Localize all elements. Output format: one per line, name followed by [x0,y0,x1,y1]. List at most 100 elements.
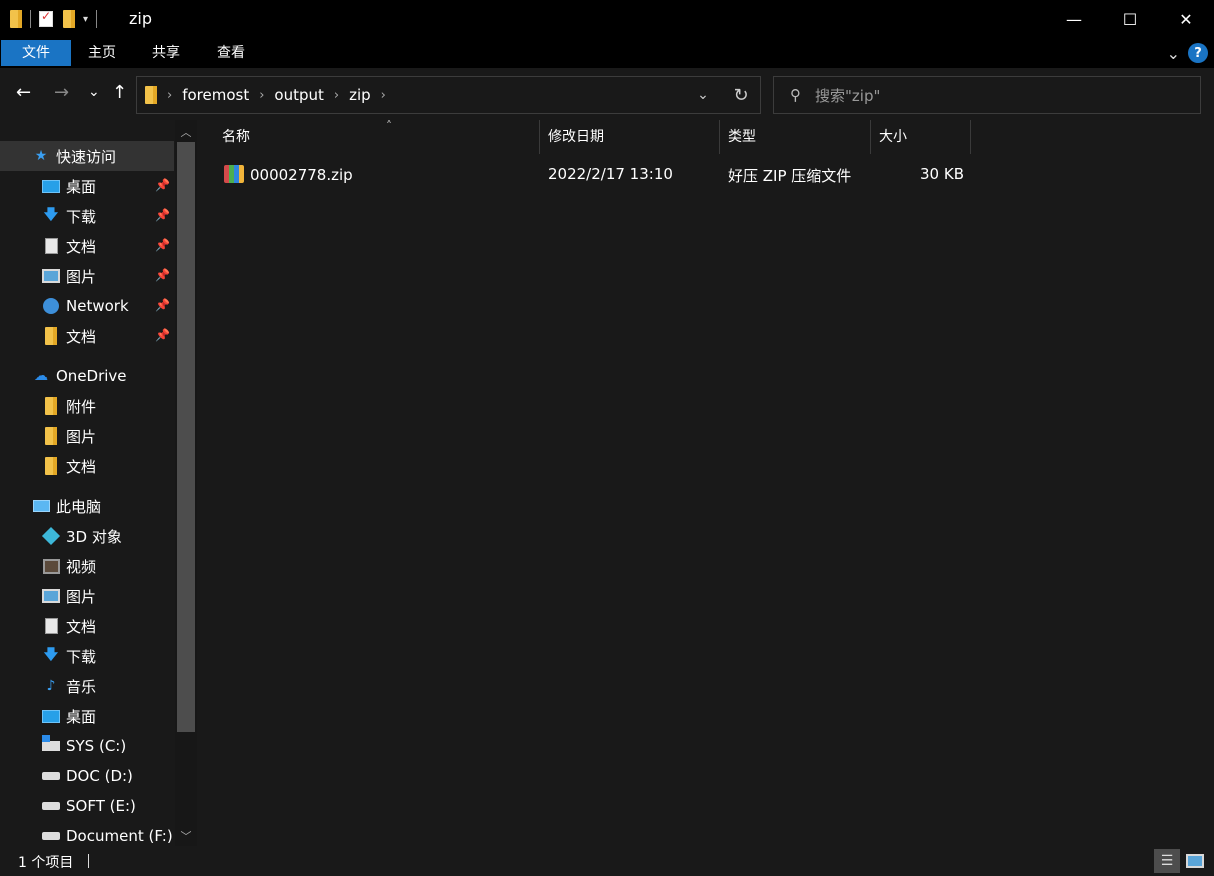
status-divider [88,854,89,868]
breadcrumb-output[interactable]: output [274,86,323,104]
status-bar: 1 个项目 ☰ [0,846,1214,876]
sidebar-item-documents-folder[interactable]: 文档 📌 [0,321,174,351]
tab-file[interactable]: 文件 [1,40,71,66]
sidebar-item-quick-access[interactable]: ★ 快速访问 [0,141,174,171]
sidebar-item-onedrive-documents[interactable]: 文档 [0,451,174,481]
column-header-name[interactable]: 名称 ˄ [214,119,540,154]
item-count: 1 个项目 [18,855,74,871]
recent-locations-chevron-icon[interactable]: ⌄ [88,84,100,100]
sidebar-item-this-pc[interactable]: 此电脑 [0,491,174,521]
column-header-type[interactable]: 类型 [720,120,871,154]
column-header-modified[interactable]: 修改日期 [540,120,720,154]
column-header-label: 修改日期 [548,129,604,145]
sidebar-item-label: 文档 [66,457,97,476]
star-icon: ★ [34,148,48,164]
chevron-right-icon[interactable]: › [167,88,172,103]
expand-ribbon-chevron-icon[interactable]: ⌄ [1167,44,1180,63]
folder-icon [45,427,57,445]
column-header-size[interactable]: 大小 [871,120,971,154]
sidebar-item-pc-pictures[interactable]: 图片 [0,581,174,611]
zip-archive-icon [224,165,244,183]
pin-icon: 📌 [155,328,170,342]
sidebar-item-network[interactable]: Network 📌 [0,291,174,321]
toolbar-divider [96,10,98,28]
file-list[interactable]: 名称 ˄ 修改日期 类型 大小 00002778.zip 2022/2/17 1… [198,119,1214,846]
folder-icon [145,86,157,104]
pin-icon: 📌 [155,268,170,282]
sidebar-item-attachments[interactable]: 附件 [0,391,174,421]
scroll-down-chevron-icon[interactable]: ﹀ [175,828,197,844]
chevron-right-icon[interactable]: › [259,88,264,103]
sidebar-item-pc-downloads[interactable]: 🡇 下载 [0,641,174,671]
tab-view[interactable]: 查看 [201,40,261,66]
sidebar-item-label: 文档 [66,237,97,256]
sidebar-item-label: 桌面 [66,707,97,726]
navigation-pane[interactable]: ★ 快速访问 桌面 📌 🡇 下载 📌 文档 📌 图片 📌 Network 📌 文… [0,120,198,846]
large-icons-view-button[interactable] [1182,849,1208,873]
folder-icon [45,327,57,345]
sort-ascending-chevron-icon: ˄ [386,119,392,133]
sidebar-item-videos[interactable]: 视频 [0,551,174,581]
maximize-button[interactable]: ☐ [1102,0,1158,38]
file-type: 好压 ZIP 压缩文件 [728,167,852,185]
sidebar-item-pc-documents[interactable]: 文档 [0,611,174,641]
search-input[interactable]: ⚲ 搜索"zip" [773,76,1201,114]
address-history-chevron-icon[interactable]: ⌄ [684,87,722,103]
back-arrow-icon[interactable]: ← [16,82,31,103]
breadcrumb-zip[interactable]: zip [349,86,371,104]
sidebar-item-label: 桌面 [66,177,97,196]
file-name: 00002778.zip [250,166,353,184]
sidebar-item-drive-f[interactable]: Document (F:) [0,821,174,846]
sidebar-item-label: 此电脑 [56,497,102,516]
download-icon: 🡇 [43,207,59,223]
sidebar-item-label: DOC (D:) [66,767,133,785]
sidebar-item-onedrive[interactable]: ☁ OneDrive [0,361,174,391]
table-row[interactable]: 00002778.zip 2022/2/17 13:10 好压 ZIP 压缩文件… [218,160,978,190]
new-folder-icon[interactable] [63,10,75,28]
sidebar-item-onedrive-pictures[interactable]: 图片 [0,421,174,451]
system-drive-icon [42,735,60,751]
sidebar-scrollbar[interactable]: ︿ ﹀ [175,120,197,846]
sidebar-item-3d-objects[interactable]: 3D 对象 [0,521,174,551]
breadcrumb-foremost[interactable]: foremost [182,86,249,104]
pin-icon: 📌 [155,298,170,312]
folder-icon [10,10,22,28]
pin-icon: 📌 [155,208,170,222]
up-arrow-icon[interactable]: ↑ [112,82,127,103]
chevron-right-icon[interactable]: › [381,88,386,103]
sidebar-item-desktop[interactable]: 桌面 📌 [0,171,174,201]
sidebar-item-label: 快速访问 [56,147,117,166]
close-button[interactable]: ✕ [1158,0,1214,38]
3d-objects-icon [41,526,61,546]
minimize-button[interactable]: — [1046,0,1102,38]
sidebar-item-drive-c[interactable]: SYS (C:) [0,731,174,761]
details-view-button[interactable]: ☰ [1154,849,1180,873]
sidebar-item-label: OneDrive [56,367,127,385]
desktop-icon [42,179,60,193]
sidebar-item-pc-desktop[interactable]: 桌面 [0,701,174,731]
video-icon [42,558,60,574]
sidebar-item-pictures[interactable]: 图片 📌 [0,261,174,291]
tab-share[interactable]: 共享 [136,40,196,66]
sidebar-item-music[interactable]: ♪ 音乐 [0,671,174,701]
sidebar-item-drive-d[interactable]: DOC (D:) [0,761,174,791]
sidebar-item-downloads[interactable]: 🡇 下载 📌 [0,201,174,231]
sidebar-item-label: SYS (C:) [66,737,127,755]
forward-arrow-icon[interactable]: → [54,82,69,103]
chevron-right-icon[interactable]: › [334,88,339,103]
column-header-label: 大小 [879,129,907,145]
sidebar-item-label: 图片 [66,267,97,286]
tab-home[interactable]: 主页 [72,40,132,66]
sidebar-item-documents[interactable]: 文档 📌 [0,231,174,261]
sidebar-item-drive-e[interactable]: SOFT (E:) [0,791,174,821]
customize-toolbar-chevron-icon[interactable]: ▾ [83,14,88,25]
scroll-up-chevron-icon[interactable]: ︿ [175,124,197,140]
refresh-icon[interactable]: ↻ [722,85,760,106]
address-bar[interactable]: › foremost › output › zip › ⌄ ↻ [136,76,761,114]
quick-access-toolbar: ▾ [10,8,105,30]
scrollbar-thumb[interactable] [177,142,195,732]
folder-icon [45,457,57,475]
title-bar: ▾ zip — ☐ ✕ [0,0,1214,38]
properties-icon[interactable] [39,9,53,27]
help-icon[interactable]: ? [1188,43,1208,63]
